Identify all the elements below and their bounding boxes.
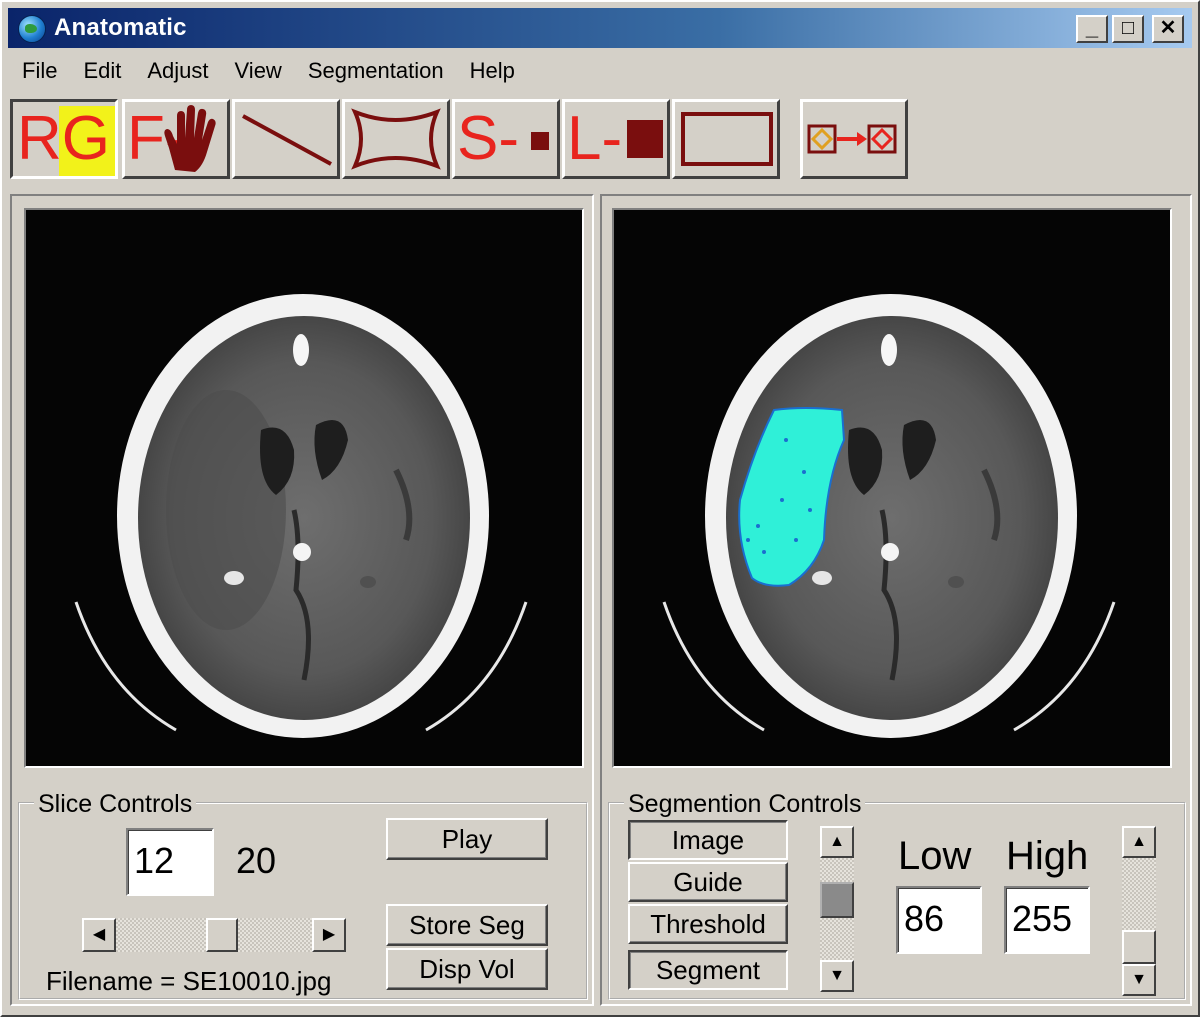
- mode-scrollbar[interactable]: ▲ ▼: [820, 826, 854, 992]
- region-grow-label: RG: [17, 104, 110, 173]
- high-label: High: [1006, 834, 1089, 878]
- maximize-button[interactable]: □: [1112, 15, 1144, 43]
- left-panel: Slice Controls 12 20 Play Store Seg Disp…: [10, 194, 594, 1006]
- line-icon: [242, 114, 332, 166]
- slice-controls-group: Slice Controls 12 20 Play Store Seg Disp…: [18, 790, 588, 1000]
- curve-shape-icon: [351, 108, 441, 170]
- guide-mode-button[interactable]: Guide: [628, 862, 788, 902]
- store-seg-button[interactable]: Store Seg: [386, 904, 548, 946]
- high-threshold-field[interactable]: 255: [1004, 886, 1090, 954]
- segmentation-controls-title: Segmention Controls: [624, 790, 866, 819]
- minimize-button[interactable]: _: [1076, 15, 1108, 43]
- small-brush-button[interactable]: S-: [452, 99, 560, 179]
- segmentation-controls-group: Segmention Controls Image Guide Threshol…: [608, 790, 1186, 1000]
- menu-file[interactable]: File: [8, 54, 69, 84]
- title-bar[interactable]: Anatomatic _ □ ✕: [8, 8, 1192, 48]
- hand-icon: [164, 105, 216, 172]
- menu-help[interactable]: Help: [456, 54, 527, 84]
- threshold-scroll-thumb[interactable]: [1122, 930, 1156, 964]
- toolbar: RG F- S- L-: [10, 99, 1194, 181]
- segmented-image-viewer[interactable]: [612, 208, 1172, 768]
- menu-edit[interactable]: Edit: [69, 54, 133, 84]
- threshold-scroll-down-arrow-icon[interactable]: ▼: [1122, 964, 1156, 996]
- scroll-left-arrow-icon[interactable]: ◀: [82, 918, 116, 952]
- low-label: Low: [898, 834, 972, 878]
- small-square-icon: [531, 132, 549, 150]
- curve-shape-button[interactable]: [342, 99, 450, 179]
- mode-scroll-thumb[interactable]: [820, 882, 854, 918]
- slice-slider-thumb[interactable]: [206, 918, 239, 952]
- disp-vol-button[interactable]: Disp Vol: [386, 948, 548, 990]
- window-title: Anatomatic: [54, 14, 187, 41]
- large-brush-button[interactable]: L-: [562, 99, 670, 179]
- original-image-viewer[interactable]: [24, 208, 584, 768]
- menu-segmentation[interactable]: Segmentation: [294, 54, 456, 84]
- app-globe-icon: [18, 15, 46, 43]
- free-hand-button[interactable]: F-: [122, 99, 230, 179]
- scroll-down-arrow-icon[interactable]: ▼: [820, 960, 854, 992]
- threshold-scrollbar[interactable]: ▲ ▼: [1122, 826, 1156, 996]
- rectangle-tool-button[interactable]: [672, 99, 780, 179]
- segment-mode-button[interactable]: Segment: [628, 950, 788, 990]
- threshold-mode-button[interactable]: Threshold: [628, 904, 788, 944]
- low-threshold-field[interactable]: 86: [896, 886, 982, 954]
- scroll-right-arrow-icon[interactable]: ▶: [312, 918, 346, 952]
- large-square-icon: [627, 120, 663, 158]
- slice-scrollbar[interactable]: ◀ ▶: [82, 918, 346, 952]
- close-button[interactable]: ✕: [1152, 15, 1184, 43]
- scroll-up-arrow-icon[interactable]: ▲: [820, 826, 854, 858]
- image-mode-button[interactable]: Image: [628, 820, 788, 860]
- play-button[interactable]: Play: [386, 818, 548, 860]
- app-window: Anatomatic _ □ ✕ File Edit Adjust View Segme…: [0, 0, 1200, 1017]
- line-tool-button[interactable]: [232, 99, 340, 179]
- menu-adjust[interactable]: Adjust: [133, 54, 220, 84]
- current-slice-field[interactable]: 12: [126, 828, 214, 896]
- copy-region-button[interactable]: [800, 99, 908, 179]
- region-grow-button[interactable]: RG: [10, 99, 118, 179]
- total-slices-label: 20: [236, 840, 277, 881]
- ct-scan-segmented-image: [662, 294, 1116, 738]
- menu-view[interactable]: View: [221, 54, 294, 84]
- copy-region-icon: [807, 124, 897, 154]
- slice-controls-title: Slice Controls: [34, 790, 197, 819]
- rectangle-icon: [681, 112, 773, 166]
- threshold-scroll-up-arrow-icon[interactable]: ▲: [1122, 826, 1156, 858]
- ct-scan-image: [74, 294, 528, 738]
- menu-bar: File Edit Adjust View Segmentation Help: [8, 54, 1192, 88]
- filename-label: Filename = SE10010.jpg: [46, 966, 332, 996]
- right-panel: Segmention Controls Image Guide Threshol…: [600, 194, 1192, 1006]
